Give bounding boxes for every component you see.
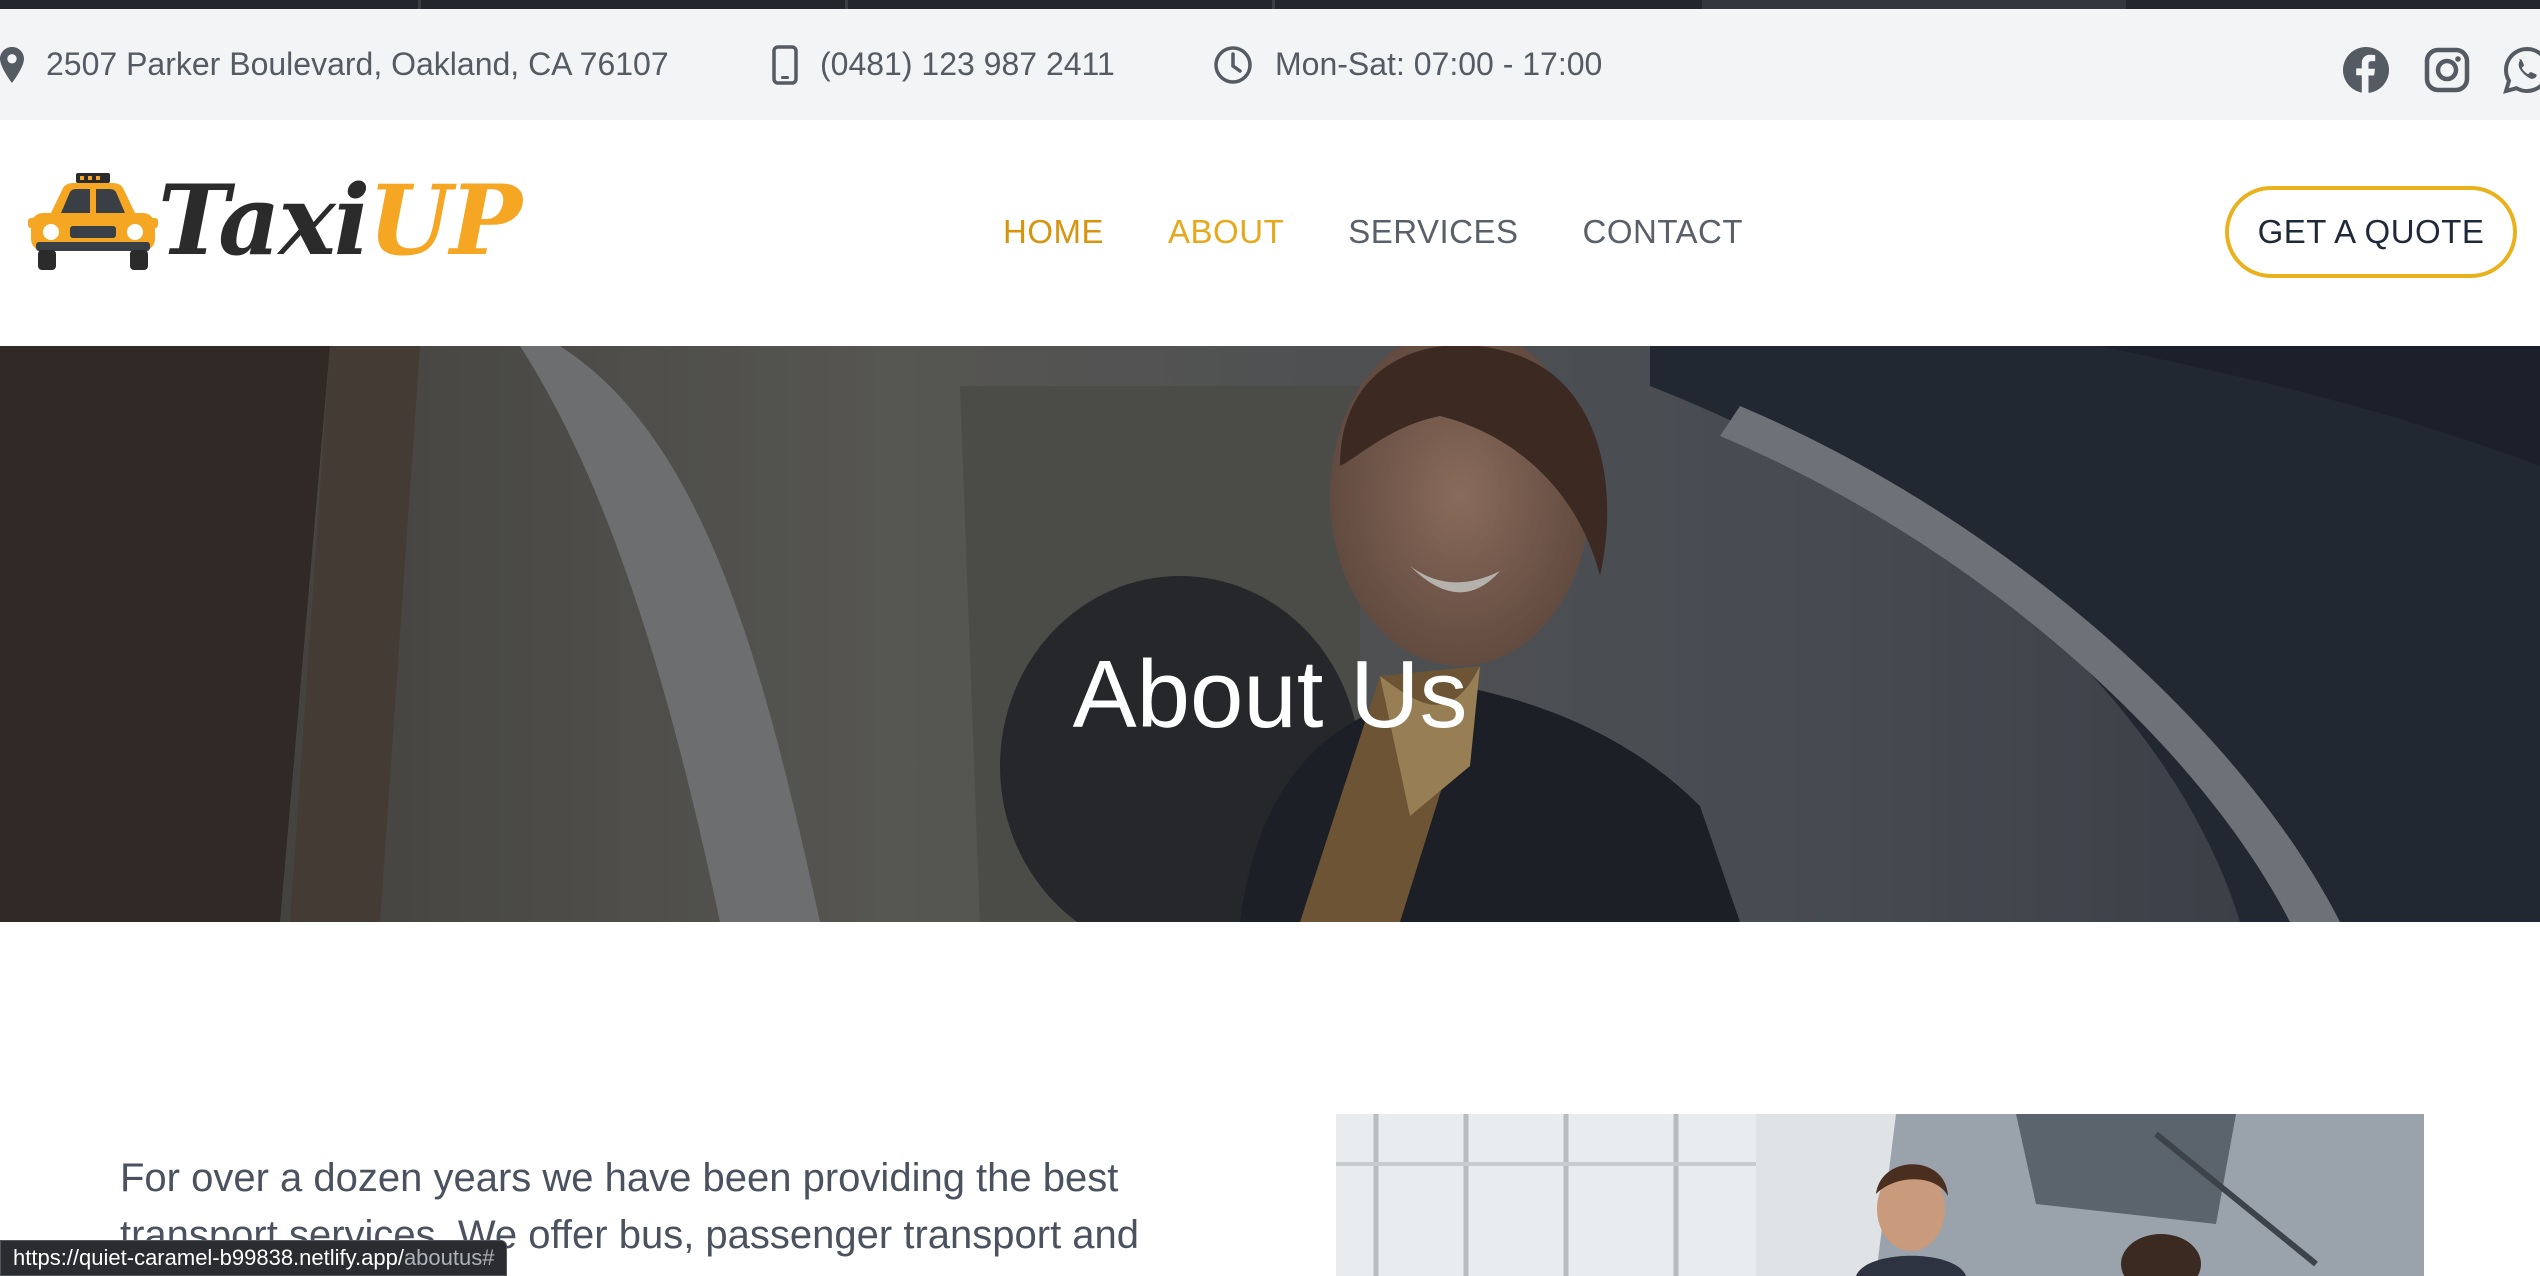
link-preview-status-bar: https://quiet-caramel-b99838.netlify.app… — [0, 1240, 508, 1276]
hours-info: Mon-Sat: 07:00 - 17:00 — [1213, 9, 1602, 120]
nav-services-link[interactable]: SERVICES — [1348, 213, 1518, 251]
tab-separator — [845, 0, 848, 9]
taxi-car-icon — [28, 173, 158, 270]
active-tab[interactable] — [1702, 0, 2126, 9]
whatsapp-icon[interactable] — [2502, 45, 2540, 95]
page-title: About Us — [1072, 641, 1468, 749]
address-info: 2507 Parker Boulevard, Oakland, CA 76107 — [0, 9, 669, 120]
nav-home-link[interactable]: HOME — [1003, 213, 1104, 251]
phone-info[interactable]: (0481) 123 987 2411 — [772, 9, 1115, 120]
clock-icon — [1214, 45, 1252, 84]
top-info-bar: 2507 Parker Boulevard, Oakland, CA 76107… — [0, 9, 2540, 120]
status-url-path: aboutus# — [403, 1245, 495, 1270]
about-team-photo — [1336, 1114, 2424, 1276]
nav-about-link[interactable]: ABOUT — [1168, 213, 1284, 251]
tab-separator — [418, 0, 421, 9]
team-photo-image — [1336, 1114, 2424, 1276]
primary-menu: HOME ABOUT SERVICES CONTACT — [1003, 213, 1743, 251]
address-text: 2507 Parker Boulevard, Oakland, CA 76107 — [46, 46, 669, 82]
logo-word-taxi: Taxi — [158, 164, 370, 277]
browser-tab-strip — [0, 0, 2540, 9]
taxiup-logo[interactable]: TaxiUP — [28, 160, 522, 280]
phone-text[interactable]: (0481) 123 987 2411 — [820, 46, 1115, 83]
main-navbar: TaxiUP HOME ABOUT SERVICES CONTACT GET A… — [0, 120, 2540, 346]
status-url-main: https://quiet-caramel-b99838.netlify.app… — [13, 1245, 404, 1270]
instagram-icon[interactable] — [2422, 45, 2472, 95]
logo-word-up: UP — [368, 164, 522, 277]
logo-wordmark: TaxiUP — [158, 164, 522, 277]
tab-separator — [1272, 0, 1275, 9]
get-a-quote-button[interactable]: GET A QUOTE — [2225, 186, 2517, 278]
facebook-icon[interactable] — [2341, 45, 2391, 95]
hero-background-photo — [0, 346, 2540, 922]
nav-contact-link[interactable]: CONTACT — [1582, 213, 1743, 251]
hours-text: Mon-Sat: 07:00 - 17:00 — [1275, 46, 1603, 82]
map-pin-icon — [0, 46, 24, 83]
about-hero-banner: About Us — [0, 346, 2540, 922]
mobile-phone-icon — [772, 44, 798, 85]
